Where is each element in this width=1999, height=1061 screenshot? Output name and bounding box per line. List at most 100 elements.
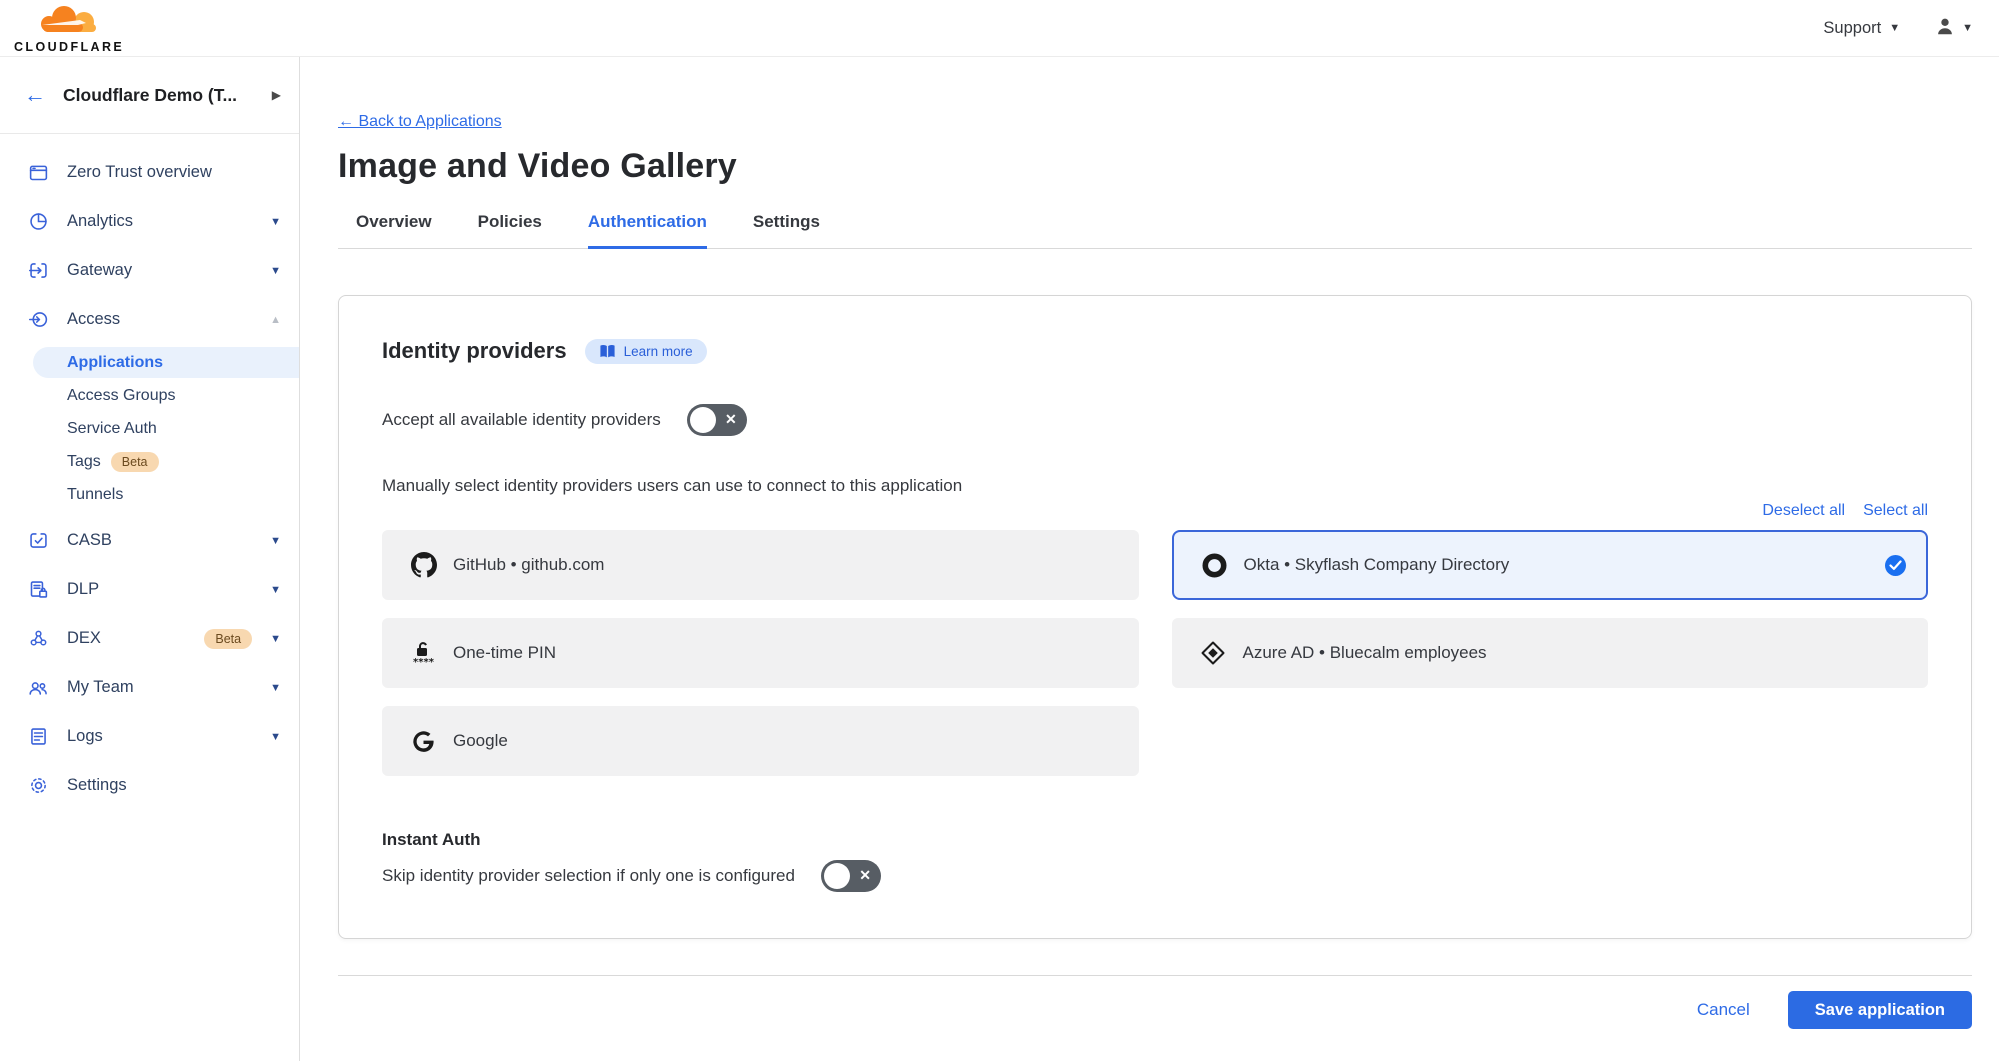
provider-label: GitHub • github.com — [453, 555, 604, 575]
top-bar: CLOUDFLARE Support ▼ ▼ — [0, 0, 1999, 57]
book-icon — [599, 344, 616, 359]
log-list-icon — [27, 726, 49, 748]
sidebar-item-label: My Team — [67, 678, 252, 697]
chevron-down-icon: ▼ — [1889, 22, 1900, 34]
sidebar-item-dex[interactable]: DEX Beta ▼ — [0, 614, 299, 663]
sidebar-item-zero-trust-overview[interactable]: Zero Trust overview — [0, 148, 299, 197]
back-to-applications-link[interactable]: ← Back to Applications — [338, 113, 502, 131]
tab-authentication[interactable]: Authentication — [588, 212, 707, 249]
provider-label: Okta • Skyflash Company Directory — [1244, 555, 1510, 575]
instant-auth-title: Instant Auth — [382, 830, 1928, 850]
tab-overview[interactable]: Overview — [356, 212, 432, 248]
provider-tile-azure-ad[interactable]: Azure AD • Bluecalm employees — [1172, 618, 1929, 688]
pie-chart-icon — [27, 211, 49, 233]
github-icon — [410, 552, 437, 579]
sidebar-item-tunnels[interactable]: Tunnels — [0, 478, 299, 511]
access-subnav: Applications Access Groups Service Auth … — [0, 347, 299, 511]
accept-all-label: Accept all available identity providers — [382, 410, 661, 430]
cloudflare-logo: CLOUDFLARE — [14, 4, 124, 54]
save-application-button[interactable]: Save application — [1788, 991, 1972, 1029]
sidebar-item-logs[interactable]: Logs ▼ — [0, 712, 299, 761]
chevron-down-icon: ▼ — [270, 265, 281, 277]
sidebar-item-casb[interactable]: CASB ▼ — [0, 516, 299, 565]
sidebar-item-label: DEX — [67, 629, 190, 648]
deselect-all-link[interactable]: Deselect all — [1762, 502, 1845, 520]
cloudflare-zero-trust-app: CLOUDFLARE Support ▼ ▼ ← Cloudflare Demo… — [0, 0, 1999, 1061]
sidebar-item-label: Settings — [67, 776, 281, 795]
sidebar-item-service-auth[interactable]: Service Auth — [0, 412, 299, 445]
one-time-pin-icon: **** — [410, 640, 437, 667]
cloudflare-cloud-icon — [34, 4, 104, 40]
sidebar-subitem-label: Access Groups — [67, 387, 175, 405]
learn-more-badge[interactable]: Learn more — [585, 339, 707, 364]
toggle-knob — [824, 863, 850, 889]
toggle-x-icon: ✕ — [725, 411, 737, 428]
sidebar-item-label: Analytics — [67, 212, 252, 231]
sidebar-item-label: Gateway — [67, 261, 252, 280]
support-label: Support — [1823, 19, 1881, 38]
provider-tile-google[interactable]: Google — [382, 706, 1139, 776]
beta-badge: Beta — [204, 629, 252, 649]
sidebar-item-label: DLP — [67, 580, 252, 599]
sidebar-nav: Zero Trust overview Analytics ▼ Gateway … — [0, 134, 299, 810]
sidebar-item-analytics[interactable]: Analytics ▼ — [0, 197, 299, 246]
sidebar: ← Cloudflare Demo (T... ▶ Zero Trust ove… — [0, 57, 300, 1061]
provider-label: One-time PIN — [453, 643, 556, 663]
provider-tile-okta[interactable]: Okta • Skyflash Company Directory — [1172, 530, 1929, 600]
skip-selection-label: Skip identity provider selection if only… — [382, 866, 795, 886]
sidebar-item-settings[interactable]: Settings — [0, 761, 299, 810]
sidebar-item-access-groups[interactable]: Access Groups — [0, 379, 299, 412]
chevron-up-icon: ▲ — [270, 314, 281, 326]
sidebar-item-tags[interactable]: Tags Beta — [0, 445, 299, 478]
sidebar-subitem-label: Tunnels — [67, 486, 123, 504]
google-icon — [410, 728, 437, 755]
sidebar-item-dlp[interactable]: DLP ▼ — [0, 565, 299, 614]
okta-icon — [1201, 552, 1228, 579]
user-menu[interactable]: ▼ — [1934, 15, 1973, 42]
provider-tile-github[interactable]: GitHub • github.com — [382, 530, 1139, 600]
account-switcher[interactable]: ← Cloudflare Demo (T... ▶ — [0, 57, 299, 134]
provider-tile-one-time-pin[interactable]: **** One-time PIN — [382, 618, 1139, 688]
chevron-down-icon: ▼ — [270, 535, 281, 547]
chevron-down-icon: ▼ — [270, 633, 281, 645]
cloudflare-wordmark: CLOUDFLARE — [14, 41, 124, 54]
chevron-down-icon: ▼ — [1962, 22, 1973, 34]
select-all-link[interactable]: Select all — [1863, 502, 1928, 520]
identity-providers-card: Identity providers Learn more Accept all… — [338, 295, 1972, 939]
accept-all-toggle[interactable]: ✕ — [687, 404, 747, 436]
manual-select-text: Manually select identity providers users… — [382, 476, 1928, 496]
access-arrow-icon — [27, 309, 49, 331]
sidebar-item-label: Access — [67, 310, 252, 329]
sidebar-subitem-label: Applications — [67, 354, 163, 372]
account-name: Cloudflare Demo (T... — [63, 85, 255, 106]
beta-badge: Beta — [111, 452, 159, 472]
empty-grid-cell — [1172, 706, 1929, 776]
tab-policies[interactable]: Policies — [478, 212, 542, 248]
tab-settings[interactable]: Settings — [753, 212, 820, 248]
overview-window-icon — [27, 162, 49, 184]
sidebar-item-gateway[interactable]: Gateway ▼ — [0, 246, 299, 295]
gear-icon — [27, 775, 49, 797]
box-check-icon — [27, 530, 49, 552]
sidebar-item-label: Zero Trust overview — [67, 163, 281, 182]
skip-selection-toggle[interactable]: ✕ — [821, 860, 881, 892]
azure-ad-icon — [1200, 640, 1227, 667]
chevron-down-icon: ▼ — [270, 731, 281, 743]
back-arrow-icon[interactable]: ← — [24, 82, 46, 108]
chevron-down-icon: ▼ — [270, 216, 281, 228]
sidebar-item-applications[interactable]: Applications — [33, 347, 299, 378]
sidebar-item-access[interactable]: Access ▲ — [0, 295, 299, 344]
provider-label: Google — [453, 731, 508, 751]
chevron-down-icon: ▼ — [270, 584, 281, 596]
page-title: Image and Video Gallery — [338, 147, 1972, 186]
card-title: Identity providers — [382, 338, 567, 364]
support-menu[interactable]: Support ▼ — [1823, 19, 1900, 38]
network-nodes-icon — [27, 628, 49, 650]
cancel-button[interactable]: Cancel — [1697, 1000, 1750, 1020]
sidebar-item-my-team[interactable]: My Team ▼ — [0, 663, 299, 712]
sidebar-subitem-label: Tags — [67, 453, 101, 471]
selected-check-icon — [1885, 555, 1906, 576]
chevron-down-icon: ▼ — [270, 682, 281, 694]
footer-actions: Cancel Save application — [338, 991, 1972, 1029]
provider-grid: GitHub • github.com Okta • Skyflash Comp… — [382, 530, 1928, 776]
